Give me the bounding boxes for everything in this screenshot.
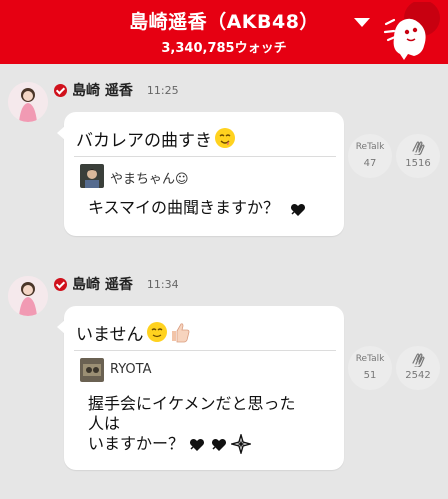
retalk-button[interactable]: ReTalk 51 xyxy=(348,346,392,390)
message-text: バカレアの曲すき xyxy=(76,130,212,151)
clap-icon xyxy=(412,353,425,367)
retalk-count: 51 xyxy=(363,370,377,381)
verified-icon xyxy=(54,277,67,291)
app-header: 島崎遥香（AKB48） 3,340,785ウォッチ xyxy=(0,0,448,64)
black-heart-emoji xyxy=(189,438,205,451)
reply-text-line: 握手会にイケメンだと思った xyxy=(88,394,296,413)
smile-face-emoji xyxy=(146,322,167,342)
retalk-count: 47 xyxy=(363,158,377,169)
clap-icon xyxy=(412,141,425,155)
message-text-row: いません xyxy=(76,318,191,346)
reply-text: キスマイの曲聞きますか？ xyxy=(88,198,308,218)
message-text-row: バカレアの曲すき xyxy=(76,124,236,152)
post-meta: 島崎 遥香 11:25 xyxy=(54,80,179,100)
avatar[interactable] xyxy=(8,276,48,316)
reply-avatar[interactable] xyxy=(80,164,104,188)
bubble-tail xyxy=(57,126,65,140)
reply-author[interactable]: やまちゃん☺ xyxy=(110,168,189,187)
caret-down-icon[interactable] xyxy=(354,18,370,27)
reply-divider xyxy=(74,350,336,351)
reply-divider xyxy=(74,156,336,157)
black-heart-emoji xyxy=(291,203,306,216)
message-bubble: いません RYOTA 握手会にイケメンだと思った 人は いますかー？ xyxy=(57,306,344,470)
message-bubble: バカレアの曲すき やまちゃん☺ キスマイの曲聞きますか？ xyxy=(57,112,344,236)
post-item: 島崎 遥香 11:34 いません RYOTA 握手会にイケメンだと思った 人は … xyxy=(0,272,448,482)
retalk-label: ReTalk xyxy=(355,354,385,364)
sparkle-emoji xyxy=(231,434,252,454)
yum-face-emoji xyxy=(215,128,235,148)
post-meta: 島崎 遥香 11:34 xyxy=(54,274,179,294)
reply-text-line: 人は xyxy=(88,414,121,433)
author-name[interactable]: 島崎 遥香 xyxy=(72,274,133,294)
clap-count: 1516 xyxy=(405,158,431,169)
retalk-label: ReTalk xyxy=(355,142,385,152)
avatar[interactable] xyxy=(8,82,48,122)
author-name[interactable]: 島崎 遥香 xyxy=(72,80,133,100)
clap-button[interactable]: 1516 xyxy=(396,134,440,178)
black-heart-emoji xyxy=(211,438,227,451)
verified-icon xyxy=(54,83,67,97)
reply-text-line: いますかー？ xyxy=(88,434,185,453)
bubble-tail xyxy=(57,320,65,334)
reply-text: 握手会にイケメンだと思った 人は いますかー？ xyxy=(88,394,296,454)
mascot-ghost-icon[interactable] xyxy=(380,2,440,62)
post-item: 島崎 遥香 11:25 バカレアの曲すき やまちゃん☺ キスマイの曲聞きますか？… xyxy=(0,78,448,248)
retalk-button[interactable]: ReTalk 47 xyxy=(348,134,392,178)
clap-count: 2542 xyxy=(405,370,431,381)
reply-avatar[interactable] xyxy=(80,358,104,382)
reply-author[interactable]: RYOTA xyxy=(110,362,152,377)
post-time: 11:25 xyxy=(146,83,179,97)
clap-button[interactable]: 2542 xyxy=(396,346,440,390)
reply-text-line: キスマイの曲聞きますか？ xyxy=(88,198,280,217)
thumbs-up-emoji xyxy=(171,323,189,343)
message-text: いません xyxy=(76,324,144,345)
post-time: 11:34 xyxy=(146,277,179,291)
